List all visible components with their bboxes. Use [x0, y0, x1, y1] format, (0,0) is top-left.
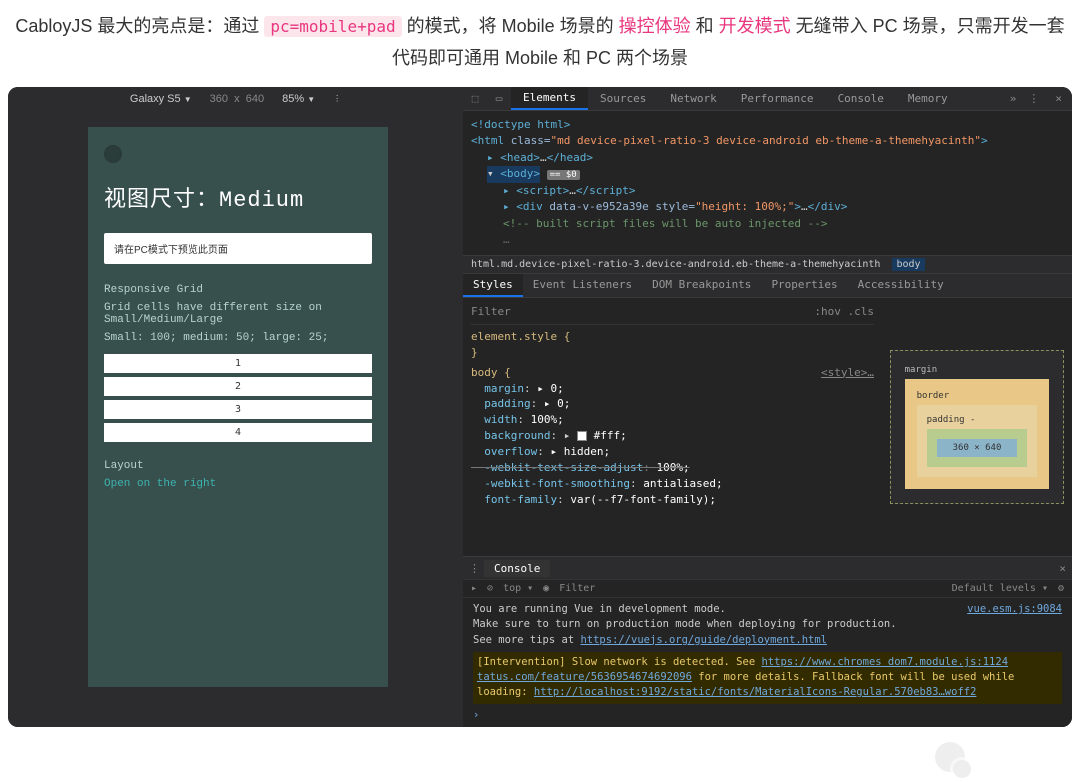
grid-cell[interactable]: 4: [104, 423, 372, 442]
filter-input[interactable]: Filter: [559, 583, 941, 594]
levels-select[interactable]: Default levels ▾: [952, 583, 1048, 594]
dom-tree[interactable]: <!doctype html> <html class="md device-p…: [463, 111, 1072, 255]
inspect-icon[interactable]: ⬚: [463, 92, 487, 105]
styles-panel[interactable]: Filter:hov .cls element.style { } <style…: [463, 298, 882, 556]
article-text: CabloyJS 最大的亮点是：通过 pc=mobile+pad 的模式，将 M…: [0, 0, 1080, 75]
page-title: 视图尺寸：Medium: [104, 181, 372, 213]
menu-icon[interactable]: ⋮: [1022, 92, 1045, 105]
tab-network[interactable]: Network: [658, 88, 728, 109]
tab-memory[interactable]: Memory: [896, 88, 960, 109]
tab-console[interactable]: Console: [826, 88, 896, 109]
console-output[interactable]: vue.esm.js:9084You are running Vue in de…: [463, 598, 1072, 727]
message-box: 请在PC模式下预览此页面: [104, 233, 372, 264]
filter-input[interactable]: Filter: [471, 304, 511, 320]
close-icon[interactable]: ×: [1045, 92, 1072, 105]
console-tab[interactable]: Console: [484, 560, 550, 577]
devtools-panel: ⬚ ▭ Elements Sources Network Performance…: [463, 87, 1072, 727]
styles-tabs: Styles Event Listeners DOM Breakpoints P…: [463, 273, 1072, 298]
devtools-screenshot: Galaxy S5 ▼ 360 x 640 85% ▼ ⋮ 视图尺寸：Mediu…: [8, 87, 1072, 727]
grid-cells: 1 2 3 4: [104, 354, 372, 442]
hov-cls-toggle[interactable]: :hov .cls: [814, 304, 874, 320]
section-heading: Layout: [104, 460, 372, 472]
clear-console-icon[interactable]: ⊘: [487, 583, 493, 594]
close-icon[interactable]: ×: [1059, 562, 1066, 575]
section-heading: Responsive Grid: [104, 284, 372, 296]
inline-code: pc=mobile+pad: [264, 16, 401, 37]
menu-icon[interactable]: ⋮: [469, 562, 480, 575]
tab-dom-breakpoints[interactable]: DOM Breakpoints: [642, 274, 761, 297]
device-viewport: 视图尺寸：Medium 请在PC模式下预览此页面 Responsive Grid…: [88, 127, 388, 687]
context-select[interactable]: top ▾: [503, 583, 533, 594]
grid-cell[interactable]: 3: [104, 400, 372, 419]
console-prompt[interactable]: ›: [473, 704, 1062, 723]
devtools-tabs: ⬚ ▭ Elements Sources Network Performance…: [463, 87, 1072, 111]
device-toggle-icon[interactable]: ▭: [487, 92, 511, 105]
camera-icon: [104, 145, 122, 163]
settings-icon[interactable]: ⚙: [1058, 583, 1064, 594]
tab-elements[interactable]: Elements: [511, 87, 588, 110]
tab-performance[interactable]: Performance: [729, 88, 826, 109]
grid-cell[interactable]: 1: [104, 354, 372, 373]
eye-icon[interactable]: ◉: [543, 583, 549, 594]
grid-cell[interactable]: 2: [104, 377, 372, 396]
tab-accessibility[interactable]: Accessibility: [848, 274, 954, 297]
breadcrumb[interactable]: html.md.device-pixel-ratio-3.device-andr…: [463, 255, 1072, 273]
tab-sources[interactable]: Sources: [588, 88, 658, 109]
watermark: GitHub精选: [935, 742, 1060, 772]
device-pane: Galaxy S5 ▼ 360 x 640 85% ▼ ⋮ 视图尺寸：Mediu…: [8, 87, 463, 727]
sidebar-toggle-icon[interactable]: ▸: [471, 583, 477, 594]
console-drawer: ⋮ Console × ▸ ⊘ top ▾ ◉ Filter Default l…: [463, 556, 1072, 727]
more-icon[interactable]: »: [1004, 92, 1023, 105]
open-right-link[interactable]: Open on the right: [104, 478, 372, 490]
device-toolbar[interactable]: Galaxy S5 ▼ 360 x 640 85% ▼ ⋮: [8, 87, 463, 111]
box-model: margin border padding - 360 × 640: [882, 298, 1072, 556]
tab-event-listeners[interactable]: Event Listeners: [523, 274, 642, 297]
tab-styles[interactable]: Styles: [463, 274, 523, 297]
tab-properties[interactable]: Properties: [761, 274, 847, 297]
wechat-icon: [935, 742, 965, 772]
